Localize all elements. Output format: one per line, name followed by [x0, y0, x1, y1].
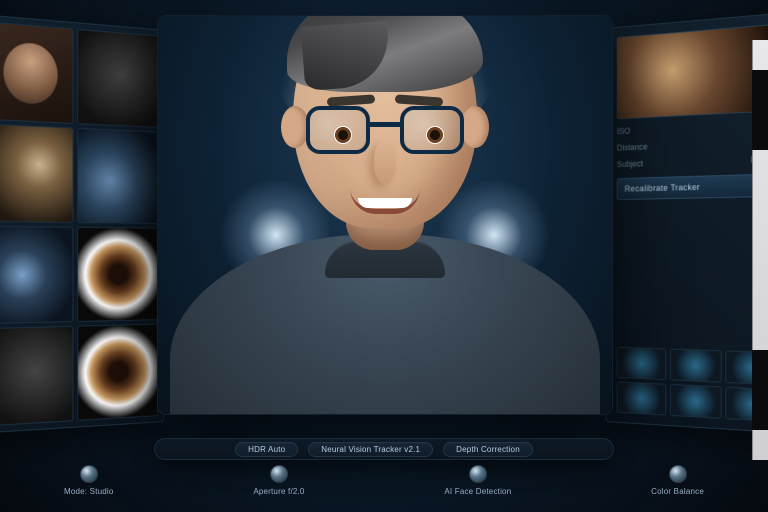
gallery-thumb[interactable]: [0, 21, 73, 124]
orb-icon: [80, 465, 98, 483]
floor-tool[interactable]: Aperture f/2.0: [253, 465, 304, 496]
left-gallery-panel[interactable]: [0, 14, 164, 434]
depth-pill[interactable]: Depth Correction: [443, 442, 533, 457]
viewport-control-bar[interactable]: HDR Auto Neural Vision Tracker v2.1 Dept…: [154, 438, 614, 460]
floor-tool-label: Color Balance: [651, 487, 704, 496]
mini-thumb[interactable]: [617, 382, 667, 416]
orb-icon: [669, 465, 687, 483]
gallery-thumb[interactable]: [0, 226, 73, 324]
subject-portrait: [195, 44, 575, 414]
mini-thumb[interactable]: [670, 349, 722, 383]
tracker-pill[interactable]: Neural Vision Tracker v2.1: [308, 442, 433, 457]
gallery-thumb[interactable]: [0, 326, 73, 427]
inspector-row-label: Distance: [617, 142, 648, 152]
gallery-thumb[interactable]: [77, 128, 158, 224]
floor-tool-label: Aperture f/2.0: [253, 487, 304, 496]
floor-tool[interactable]: Color Balance: [651, 465, 704, 496]
inspector-row: Subject Portrait: [617, 154, 768, 169]
gallery-thumb[interactable]: [77, 29, 158, 128]
orb-icon: [469, 465, 487, 483]
edge-tab[interactable]: [752, 70, 768, 150]
gallery-thumb[interactable]: [77, 227, 158, 322]
inspector-row: ISO 600: [617, 119, 768, 136]
hdr-pill[interactable]: HDR Auto: [235, 442, 298, 457]
floor-tool[interactable]: Mode: Studio: [64, 465, 114, 496]
mini-thumb[interactable]: [670, 384, 722, 419]
floor-tool-row: Mode: Studio Aperture f/2.0 AI Face Dete…: [64, 465, 704, 496]
video-viewport[interactable]: [158, 16, 612, 414]
inspector-mini-grid: [617, 347, 768, 423]
floor-tool[interactable]: AI Face Detection: [444, 465, 511, 496]
floor-tool-label: Mode: Studio: [64, 487, 114, 496]
right-inspector-panel[interactable]: ISO 600 Distance 1.6 m Subject Portrait …: [605, 12, 768, 434]
inspector-row-label: ISO: [617, 126, 631, 136]
orb-icon: [270, 465, 288, 483]
floor-tool-label: AI Face Detection: [444, 487, 511, 496]
inspector-row-label: Subject: [617, 159, 643, 169]
recalibrate-button[interactable]: Recalibrate Tracker: [617, 173, 768, 200]
gallery-thumb[interactable]: [77, 324, 158, 421]
mini-thumb[interactable]: [617, 347, 667, 380]
inspector-preview: [617, 24, 768, 120]
edge-tab[interactable]: [752, 350, 768, 430]
right-edge-strip: [752, 40, 768, 460]
gallery-thumb[interactable]: [0, 124, 73, 223]
inspector-row: Distance 1.6 m: [617, 136, 768, 152]
